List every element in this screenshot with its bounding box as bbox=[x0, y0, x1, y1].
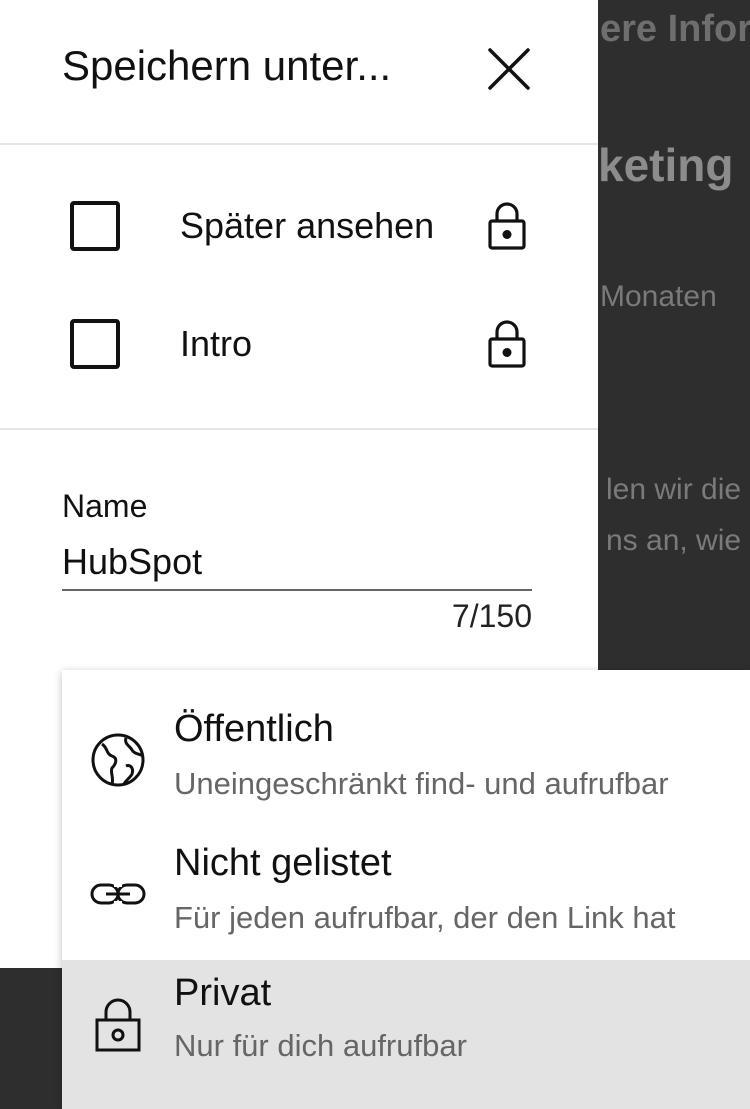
playlist-label: Später ansehen bbox=[180, 205, 435, 246]
playlist-label: Intro bbox=[180, 323, 253, 364]
privacy-option-subtitle: Nur für dich aufrufbar bbox=[174, 1028, 467, 1063]
background-description-line-2: ns an, wie bbox=[606, 524, 742, 557]
playlist-name-input[interactable] bbox=[62, 535, 532, 591]
playlist-row-watch-later[interactable]: Später ansehen bbox=[0, 177, 598, 277]
link-icon bbox=[90, 883, 146, 905]
background-heading-fragment: ere Infor bbox=[600, 8, 750, 50]
playlist-list: Später ansehen Intro bbox=[0, 147, 598, 430]
lock-icon bbox=[95, 998, 141, 1052]
globe-icon bbox=[91, 733, 145, 787]
playlist-checkbox[interactable] bbox=[70, 201, 120, 251]
privacy-option-subtitle: Uneingeschränkt find- und aufrufbar bbox=[174, 766, 669, 801]
privacy-option-private[interactable]: Privat Nur für dich aufrufbar bbox=[62, 960, 750, 1109]
dialog-title: Speichern unter... bbox=[62, 42, 392, 89]
close-icon bbox=[488, 48, 530, 90]
lock-icon bbox=[488, 202, 526, 250]
privacy-option-title: Öffentlich bbox=[174, 708, 334, 750]
privacy-option-title: Privat bbox=[174, 972, 272, 1014]
name-field-label: Name bbox=[62, 488, 148, 524]
privacy-option-title: Nicht gelistet bbox=[174, 842, 392, 884]
background-meta-fragment: Monaten bbox=[600, 280, 717, 313]
close-button[interactable] bbox=[480, 40, 538, 98]
lock-icon bbox=[488, 320, 526, 368]
character-counter: 7/150 bbox=[451, 598, 532, 634]
privacy-option-subtitle: Für jeden aufrufbar, der den Link hat bbox=[174, 900, 676, 935]
dialog-header: Speichern unter... bbox=[0, 0, 598, 145]
background-description-line-1: len wir die bbox=[606, 473, 742, 506]
playlist-checkbox[interactable] bbox=[70, 319, 120, 369]
privacy-dropdown-menu: Öffentlich Uneingeschränkt find- und auf… bbox=[62, 670, 750, 1109]
background-title-fragment: keting bbox=[598, 139, 734, 191]
screen: ere Infor keting Monaten len wir die ns … bbox=[0, 0, 750, 1109]
privacy-option-public[interactable]: Öffentlich Uneingeschränkt find- und auf… bbox=[62, 694, 750, 828]
privacy-option-unlisted[interactable]: Nicht gelistet Für jeden aufrufbar, der … bbox=[62, 828, 750, 962]
playlist-row-intro[interactable]: Intro bbox=[0, 295, 598, 395]
